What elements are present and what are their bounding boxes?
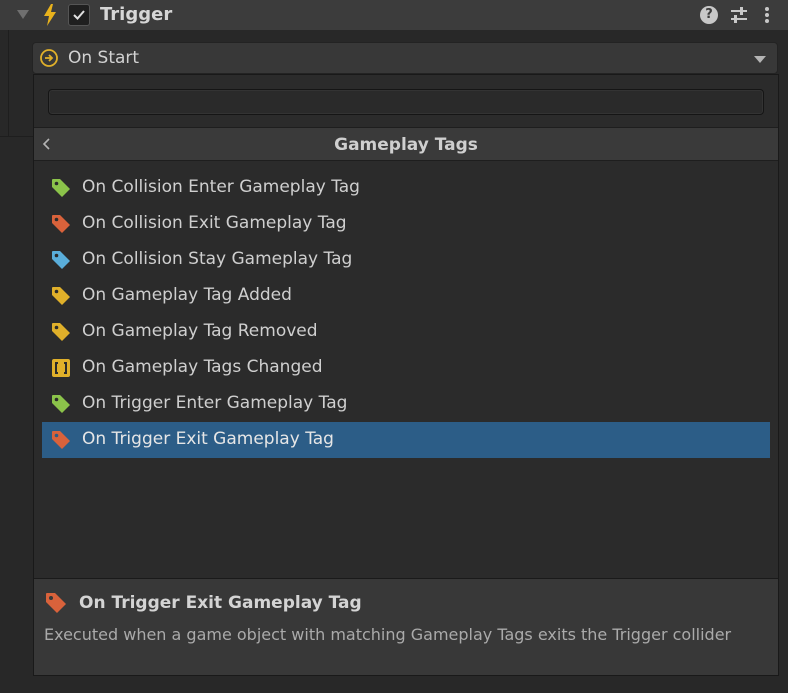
list-item[interactable]: On Collision Stay Gameplay Tag <box>42 242 770 278</box>
list-item[interactable]: On Gameplay Tag Removed <box>42 314 770 350</box>
enabled-checkbox[interactable] <box>68 4 90 26</box>
list-item[interactable]: On Gameplay Tag Added <box>42 278 770 314</box>
checkmark-icon <box>73 10 85 20</box>
tag-icon <box>52 215 70 233</box>
list-item-label: On Trigger Exit Gameplay Tag <box>82 429 334 449</box>
list-item-label: On Collision Stay Gameplay Tag <box>82 249 353 269</box>
tag-icon <box>46 593 66 613</box>
description-text: Executed when a game object with matchin… <box>44 625 732 644</box>
description-panel: On Trigger Exit Gameplay Tag Executed wh… <box>34 578 778 675</box>
brackets-icon <box>52 359 70 377</box>
list-item[interactable]: On Collision Exit Gameplay Tag <box>42 206 770 242</box>
inspector-left-margin <box>0 136 33 693</box>
list-item-label: On Collision Exit Gameplay Tag <box>82 213 347 233</box>
tag-icon <box>52 179 70 197</box>
category-header: Gameplay Tags <box>34 127 778 161</box>
list-item-label: On Gameplay Tag Removed <box>82 321 318 341</box>
list-item[interactable]: On Trigger Enter Gameplay Tag <box>42 386 770 422</box>
category-title: Gameplay Tags <box>334 135 478 155</box>
list-item-label: On Trigger Enter Gameplay Tag <box>82 393 348 413</box>
tag-icon <box>52 287 70 305</box>
description-title: On Trigger Exit Gameplay Tag <box>79 593 362 613</box>
list-item-label: On Collision Enter Gameplay Tag <box>82 177 360 197</box>
event-list: On Collision Enter Gameplay Tag On Collis… <box>42 170 770 458</box>
inspector-divider <box>0 136 33 137</box>
tag-icon <box>52 323 70 341</box>
trigger-event-dropdown[interactable]: On Start <box>32 42 778 74</box>
event-picker-popup: Gameplay Tags On Collision Enter Gamepla… <box>33 74 779 676</box>
list-item[interactable]: On Collision Enter Gameplay Tag <box>42 170 770 206</box>
inspector-left-border <box>8 30 9 136</box>
more-options-icon[interactable] <box>762 6 772 24</box>
tag-icon <box>52 395 70 413</box>
tag-icon <box>52 431 70 449</box>
foldout-arrow-icon[interactable] <box>17 10 29 19</box>
lightning-bolt-icon <box>44 4 56 26</box>
tag-icon <box>52 251 70 269</box>
list-item-label: On Gameplay Tag Added <box>82 285 292 305</box>
help-icon[interactable]: ? <box>700 6 718 24</box>
list-item[interactable]: On Gameplay Tags Changed <box>42 350 770 386</box>
chevron-down-icon <box>754 56 766 63</box>
circle-arrow-icon <box>40 49 58 67</box>
list-item-label: On Gameplay Tags Changed <box>82 357 323 377</box>
dropdown-selected-label: On Start <box>68 48 140 68</box>
component-title: Trigger <box>100 4 173 25</box>
settings-sliders-icon[interactable] <box>729 6 749 24</box>
component-header: Trigger ? <box>0 0 788 30</box>
search-input[interactable] <box>48 89 764 115</box>
list-item[interactable]: On Trigger Exit Gameplay Tag <box>42 422 770 458</box>
